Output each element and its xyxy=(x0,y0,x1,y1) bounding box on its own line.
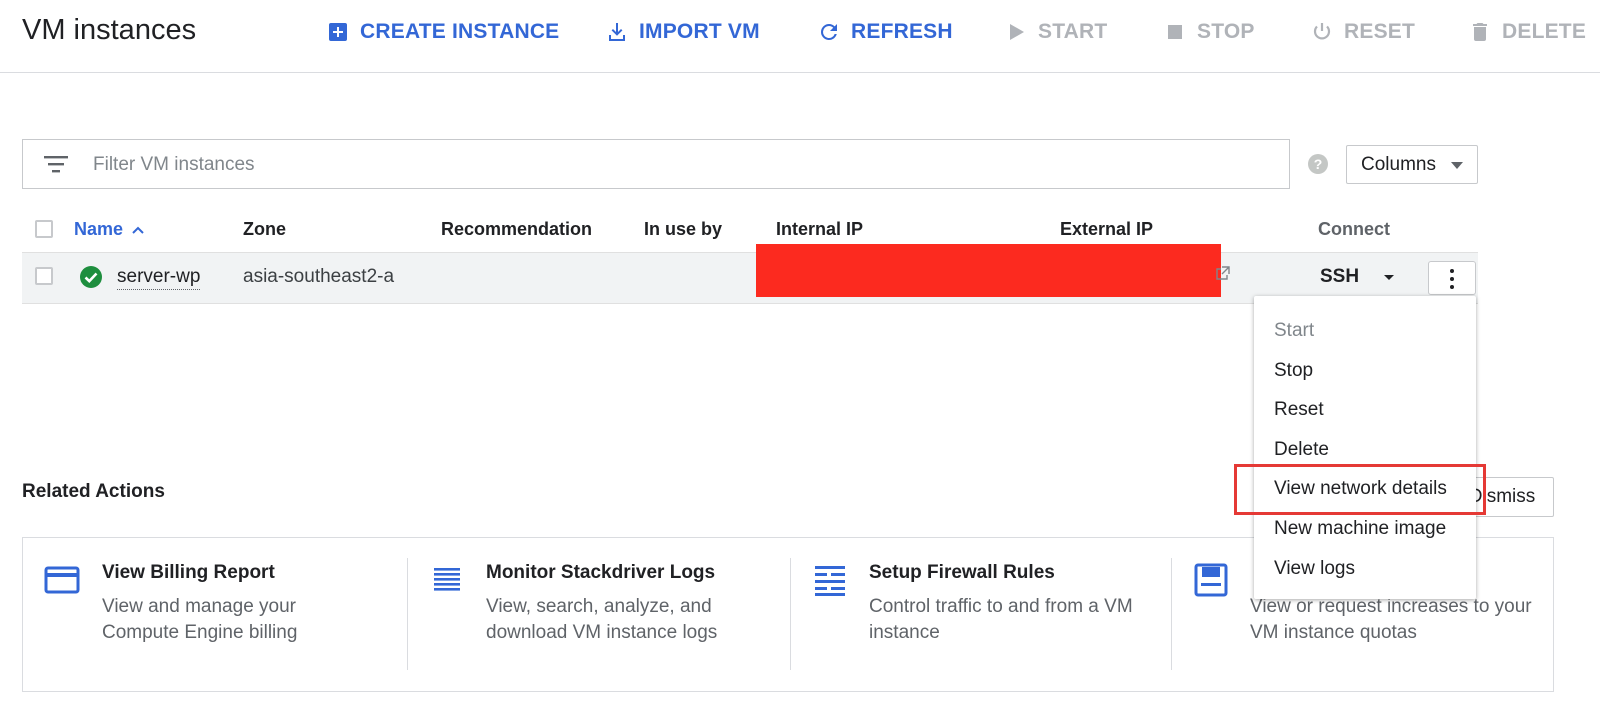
open-in-new-icon[interactable] xyxy=(1216,266,1230,280)
page-title: VM instances xyxy=(22,14,197,46)
menu-item-start[interactable]: Start xyxy=(1274,320,1314,342)
add-box-icon xyxy=(329,23,347,41)
filter-input[interactable] xyxy=(91,148,1245,182)
related-actions-title: Related Actions xyxy=(22,481,165,502)
redacted-ip-block xyxy=(756,244,1221,297)
instance-actions-menu: Start Stop Reset Delete View network det… xyxy=(1254,296,1476,599)
column-header-internal-ip[interactable]: Internal IP xyxy=(776,219,863,240)
column-header-zone[interactable]: Zone xyxy=(243,219,286,240)
billing-report-desc: View and manage your Compute Engine bill… xyxy=(102,596,298,643)
columns-label: Columns xyxy=(1361,153,1436,175)
kebab-dot xyxy=(1450,269,1454,273)
create-instance-button[interactable]: CREATE INSTANCE xyxy=(326,16,559,48)
stop-button[interactable]: STOP xyxy=(1163,16,1255,48)
stop-icon xyxy=(1168,25,1182,39)
import-icon xyxy=(609,23,625,41)
refresh-icon xyxy=(821,23,837,40)
menu-item-new-machine-image[interactable]: New machine image xyxy=(1274,518,1446,540)
column-header-connect: Connect xyxy=(1318,219,1390,239)
import-vm-label: IMPORT VM xyxy=(639,20,760,43)
status-running-icon xyxy=(80,266,102,288)
row-checkbox[interactable] xyxy=(35,267,53,285)
column-header-name[interactable]: Name xyxy=(74,219,145,240)
start-button[interactable]: START xyxy=(1004,16,1107,48)
delete-label: DELETE xyxy=(1502,20,1587,43)
svg-text:?: ? xyxy=(1314,156,1323,172)
start-label: START xyxy=(1038,20,1108,43)
play-icon xyxy=(1010,24,1024,40)
create-instance-label: CREATE INSTANCE xyxy=(360,20,560,43)
firewall-rules-link[interactable]: Setup Firewall Rules xyxy=(869,562,1055,584)
select-all-checkbox[interactable] xyxy=(35,220,53,238)
card-divider xyxy=(790,558,791,670)
card-divider xyxy=(407,558,408,670)
firewall-rules-desc: Control traffic to and from a VM instanc… xyxy=(869,596,1133,643)
reset-button[interactable]: RESET xyxy=(1310,16,1415,48)
highlight-box xyxy=(1234,464,1486,515)
menu-item-delete[interactable]: Delete xyxy=(1274,439,1329,461)
menu-item-view-logs[interactable]: View logs xyxy=(1274,558,1355,580)
kebab-dot xyxy=(1450,277,1454,281)
column-header-external-ip[interactable]: External IP xyxy=(1060,219,1153,240)
column-header-recommendation[interactable]: Recommendation xyxy=(441,219,592,240)
kebab-dot xyxy=(1450,285,1454,289)
card-divider xyxy=(1171,558,1172,670)
stackdriver-logs-desc: View, search, analyze, and download VM i… xyxy=(486,596,718,643)
instance-name-link[interactable]: server-wp xyxy=(117,266,201,290)
quotas-desc: View or request increases to your VM ins… xyxy=(1250,596,1532,643)
menu-item-stop[interactable]: Stop xyxy=(1274,360,1313,382)
help-icon[interactable]: ? xyxy=(1307,153,1329,175)
top-toolbar: VM instances CREATE INSTANCE IMPORT VM R… xyxy=(0,0,1600,73)
columns-dropdown[interactable]: Columns xyxy=(1346,145,1478,184)
filter-bar xyxy=(22,139,1290,189)
list-lines-icon xyxy=(434,568,460,591)
ssh-caret-down-icon[interactable] xyxy=(1383,274,1395,282)
column-header-in-use-by[interactable]: In use by xyxy=(644,219,722,240)
ssh-button[interactable]: SSH xyxy=(1320,266,1359,288)
power-icon xyxy=(1313,23,1331,40)
delete-button[interactable]: DELETE xyxy=(1468,16,1586,48)
stop-label: STOP xyxy=(1197,20,1255,43)
billing-report-link[interactable]: View Billing Report xyxy=(102,562,275,584)
stackdriver-logs-link[interactable]: Monitor Stackdriver Logs xyxy=(486,562,715,584)
menu-item-reset[interactable]: Reset xyxy=(1274,399,1324,421)
reset-label: RESET xyxy=(1344,20,1416,43)
more-actions-button[interactable] xyxy=(1428,261,1476,295)
sort-ascending-icon xyxy=(132,226,144,234)
instance-zone: asia-southeast2-a xyxy=(243,266,395,287)
caret-down-icon xyxy=(1451,162,1463,169)
trash-icon xyxy=(1473,23,1487,41)
firewall-icon xyxy=(815,566,845,596)
filter-icon xyxy=(44,156,68,173)
credit-card-icon xyxy=(44,566,80,594)
save-icon xyxy=(1194,563,1228,597)
refresh-label: REFRESH xyxy=(851,20,953,43)
column-header-name-label: Name xyxy=(74,219,124,239)
import-vm-button[interactable]: IMPORT VM xyxy=(605,16,760,48)
refresh-button[interactable]: REFRESH xyxy=(817,16,953,48)
